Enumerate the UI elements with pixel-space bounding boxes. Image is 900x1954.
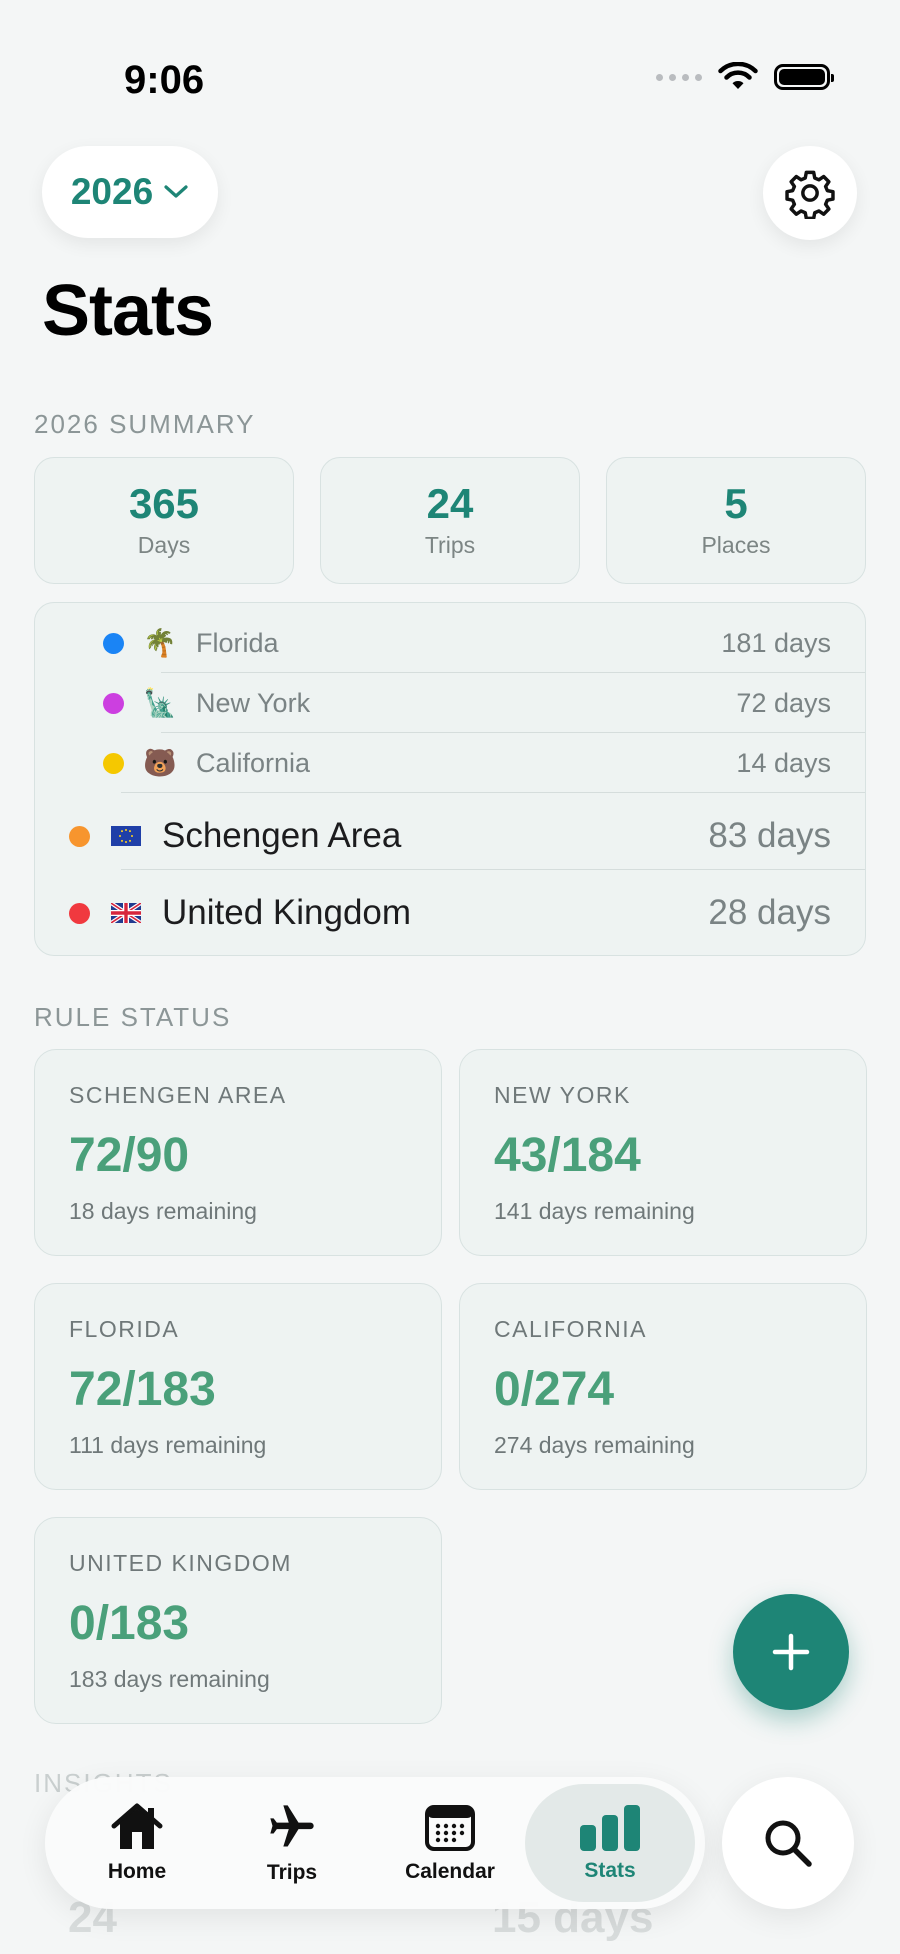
search-button[interactable] xyxy=(722,1777,854,1909)
place-color-dot xyxy=(103,692,124,714)
rule-name: UNITED KINGDOM xyxy=(69,1550,292,1576)
summary-card-days: 365 Days xyxy=(34,457,294,584)
rule-value: 72/183 xyxy=(69,1363,216,1416)
place-row-new-york[interactable]: 🗽 New York 72 days xyxy=(35,673,865,733)
status-icons xyxy=(656,62,834,92)
plus-icon xyxy=(772,1633,810,1671)
tab-stats[interactable]: Stats xyxy=(525,1784,695,1902)
rule-value: 0/274 xyxy=(494,1363,615,1416)
rule-value: 0/183 xyxy=(69,1597,190,1650)
summary-value: 5 xyxy=(724,479,748,527)
summary-value: 24 xyxy=(426,479,474,527)
summary-label: Days xyxy=(137,532,191,559)
summary-value: 365 xyxy=(128,479,200,527)
bar-chart-icon xyxy=(580,1805,640,1851)
uk-flag-icon xyxy=(111,903,141,923)
battery-icon xyxy=(774,64,834,90)
summary-card-places: 5 Places xyxy=(606,457,866,584)
page-title: Stats xyxy=(42,271,214,351)
rule-remaining: 141 days remaining xyxy=(494,1198,695,1224)
rule-card-florida[interactable]: FLORIDA 72/183 111 days remaining xyxy=(34,1283,442,1490)
year-label: 2026 xyxy=(70,171,154,212)
place-row-california[interactable]: 🐻 California 14 days xyxy=(35,733,865,793)
gear-icon xyxy=(785,170,835,219)
rule-remaining: 274 days remaining xyxy=(494,1432,695,1458)
place-color-dot xyxy=(103,752,124,774)
place-color-dot xyxy=(103,632,124,654)
tab-home[interactable]: Home xyxy=(62,1777,212,1909)
place-color-dot xyxy=(69,825,90,847)
add-trip-button[interactable] xyxy=(733,1594,849,1710)
place-name: New York xyxy=(196,687,311,718)
tab-bar: Home Trips Calendar Stats xyxy=(45,1777,705,1909)
place-days: 72 days xyxy=(736,687,831,718)
rule-card-schengen[interactable]: SCHENGEN AREA 72/90 18 days remaining xyxy=(34,1049,442,1256)
place-row-florida[interactable]: 🌴 Florida 181 days xyxy=(35,613,865,673)
tab-label: Home xyxy=(107,1860,167,1883)
place-name: United Kingdom xyxy=(162,893,412,932)
rule-card-california[interactable]: CALIFORNIA 0/274 274 days remaining xyxy=(459,1283,867,1490)
rule-name: NEW YORK xyxy=(494,1082,631,1108)
settings-button[interactable] xyxy=(763,146,857,240)
place-days: 28 days xyxy=(708,893,831,932)
place-name: California xyxy=(196,747,311,778)
place-days: 14 days xyxy=(736,747,831,778)
summary-label: Trips xyxy=(424,532,476,559)
calendar-icon xyxy=(425,1805,475,1851)
wifi-icon xyxy=(718,62,758,89)
statue-of-liberty-icon: 🗽 xyxy=(143,688,177,718)
chevron-down-icon xyxy=(164,185,188,198)
tab-label: Calendar xyxy=(405,1860,495,1883)
tab-trips[interactable]: Trips xyxy=(217,1777,367,1909)
tab-calendar[interactable]: Calendar xyxy=(375,1777,525,1909)
rule-name: FLORIDA xyxy=(69,1316,180,1342)
place-color-dot xyxy=(69,902,90,924)
place-days: 181 days xyxy=(721,627,831,658)
status-time: 9:06 xyxy=(124,58,205,102)
summary-label: Places xyxy=(701,532,771,559)
place-name: Florida xyxy=(196,627,279,658)
house-icon xyxy=(111,1803,163,1849)
bear-icon: 🐻 xyxy=(143,748,177,778)
search-icon xyxy=(765,1820,812,1867)
tab-label: Stats xyxy=(584,1859,636,1882)
place-row-schengen[interactable]: Schengen Area 83 days xyxy=(35,793,865,879)
tab-label: Trips xyxy=(266,1861,318,1884)
rule-value: 43/184 xyxy=(494,1129,641,1182)
eu-flag-icon xyxy=(111,826,141,846)
rule-card-united-kingdom[interactable]: UNITED KINGDOM 0/183 183 days remaining xyxy=(34,1517,442,1724)
place-name: Schengen Area xyxy=(162,816,402,855)
rule-name: CALIFORNIA xyxy=(494,1316,648,1342)
places-list: 🌴 Florida 181 days 🗽 New York 72 days 🐻 … xyxy=(34,602,866,956)
place-row-united-kingdom[interactable]: United Kingdom 28 days xyxy=(35,870,865,955)
cellular-signal-icon xyxy=(656,73,702,81)
rule-name: SCHENGEN AREA xyxy=(69,1082,287,1108)
summary-heading: 2026 SUMMARY xyxy=(34,409,256,439)
year-selector[interactable]: 2026 xyxy=(42,146,218,238)
rule-card-new-york[interactable]: NEW YORK 43/184 141 days remaining xyxy=(459,1049,867,1256)
rule-value: 72/90 xyxy=(69,1129,190,1182)
rule-remaining: 111 days remaining xyxy=(69,1432,267,1458)
rule-status-heading: RULE STATUS xyxy=(34,1002,232,1032)
summary-card-trips: 24 Trips xyxy=(320,457,580,584)
place-days: 83 days xyxy=(708,816,831,855)
rule-remaining: 183 days remaining xyxy=(69,1666,270,1692)
airplane-icon xyxy=(270,1805,314,1847)
rule-remaining: 18 days remaining xyxy=(69,1198,257,1224)
palm-tree-icon: 🌴 xyxy=(143,628,177,658)
